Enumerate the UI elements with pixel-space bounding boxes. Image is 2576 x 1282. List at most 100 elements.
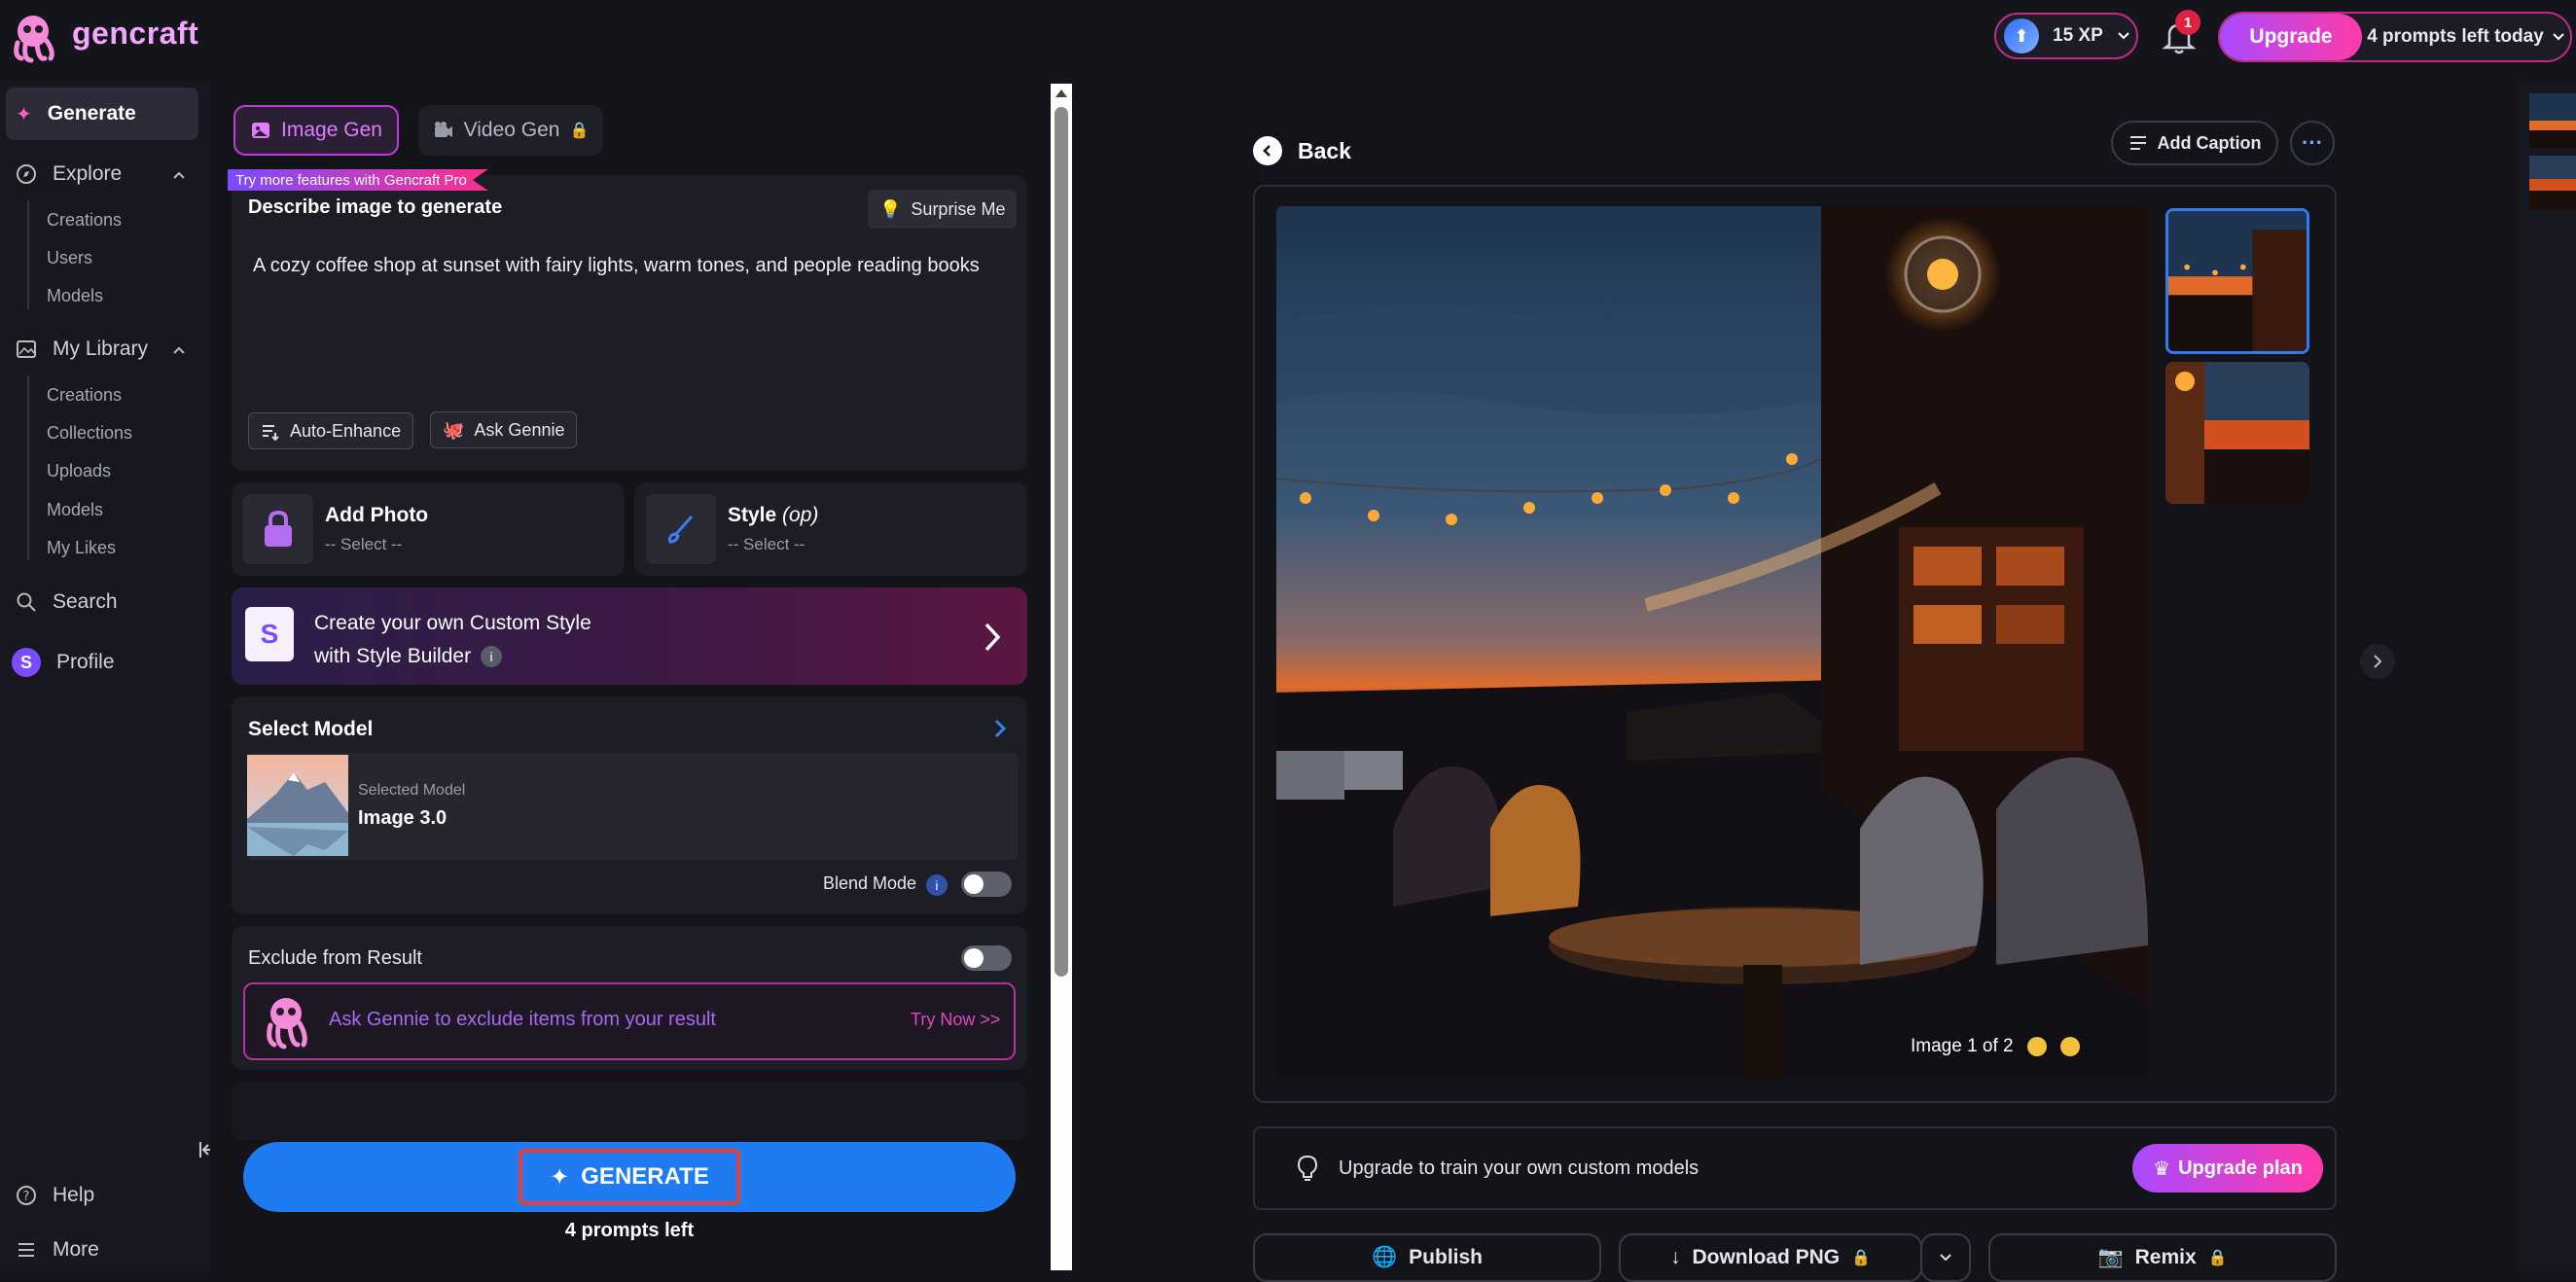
- lock-icon: 🔒: [2207, 1250, 2228, 1266]
- sidebar-item-help[interactable]: ? Help: [6, 1169, 198, 1222]
- sidebar-item-my-library[interactable]: My Library: [6, 323, 198, 375]
- try-now-link[interactable]: Try Now >>: [911, 1010, 1000, 1030]
- chevron-up-icon[interactable]: [171, 167, 187, 183]
- top-bar: gencraft ⬆ 15 XP 1 Upgrade 4 prompts lef…: [0, 0, 2576, 84]
- next-image-button[interactable]: [2360, 644, 2395, 679]
- lightbulb-icon: 💡: [879, 198, 902, 219]
- image-library-icon: [17, 340, 36, 358]
- generate-button[interactable]: ✦ GENERATE: [243, 1142, 1016, 1212]
- chevron-right-icon: [2374, 655, 2382, 668]
- octopus-logo-icon[interactable]: [8, 10, 62, 64]
- lock-icon: 🔒: [569, 123, 590, 139]
- sidebar-explore-users[interactable]: Users: [47, 248, 92, 268]
- emoji-reaction-icon[interactable]: [2059, 1037, 2080, 1056]
- globe-icon: 🌐: [1372, 1246, 1398, 1268]
- image-icon: [252, 123, 270, 138]
- svg-text:?: ?: [23, 1190, 30, 1204]
- sidebar-item-explore[interactable]: Explore: [6, 148, 198, 200]
- info-icon[interactable]: i: [926, 874, 948, 896]
- scrollbar-thumb[interactable]: [1055, 107, 1068, 977]
- chevron-down-icon: [2118, 32, 2129, 40]
- main-generated-image[interactable]: [1276, 206, 2148, 1080]
- xp-counter[interactable]: ⬆ 15 XP: [1994, 13, 2138, 59]
- tree-line: [27, 375, 29, 560]
- download-png-button[interactable]: ↓ Download PNG 🔒: [1619, 1233, 1922, 1282]
- scroll-up-arrow-icon[interactable]: [1055, 88, 1068, 99]
- crown-icon: ♛: [2153, 1157, 2171, 1180]
- chevron-right-icon[interactable]: [992, 718, 1008, 739]
- blend-mode-toggle[interactable]: [961, 872, 1012, 897]
- ask-gennie-button[interactable]: 🐙 Ask Gennie: [430, 411, 578, 448]
- sidebar-item-label: Profile: [56, 651, 115, 673]
- upgrade-group: Upgrade 4 prompts left today: [2218, 12, 2572, 62]
- chevron-up-icon[interactable]: [171, 342, 187, 358]
- exclude-toggle[interactable]: [961, 945, 1012, 971]
- thumbnail-image-2[interactable]: [2165, 362, 2309, 504]
- sidebar-library-collections[interactable]: Collections: [47, 423, 132, 444]
- sidebar-item-generate[interactable]: ✦ Generate: [6, 88, 198, 140]
- style-title: Style (op): [728, 504, 818, 527]
- exclude-gennie-text: Ask Gennie to exclude items from your re…: [329, 1009, 716, 1030]
- caption-icon: [2129, 136, 2146, 150]
- button-label: Add Caption: [2157, 132, 2262, 153]
- image-counter-text: Image 1 of 2: [1911, 1036, 2014, 1056]
- xp-badge-icon: ⬆: [2004, 18, 2039, 53]
- selected-model-name: Image 3.0: [358, 807, 447, 829]
- back-button[interactable]: Back: [1253, 136, 1351, 165]
- button-label: Ask Gennie: [474, 419, 565, 440]
- button-label: Upgrade plan: [2178, 1157, 2303, 1179]
- xp-value: 15 XP: [2053, 25, 2103, 46]
- sidebar-item-search[interactable]: Search: [6, 576, 198, 628]
- sidebar-library-uploads[interactable]: Uploads: [47, 461, 111, 481]
- button-label: Publish: [1409, 1246, 1483, 1268]
- info-icon[interactable]: i: [481, 646, 503, 667]
- button-label: Download PNG: [1692, 1246, 1841, 1268]
- gennie-icon: 🐙: [443, 419, 465, 440]
- sidebar-item-label: Explore: [53, 162, 123, 185]
- sidebar-item-label: My Library: [53, 338, 149, 360]
- lightbulb-icon: [1297, 1155, 1318, 1181]
- avatar: S: [12, 648, 41, 677]
- upgrade-button[interactable]: Upgrade: [2220, 14, 2362, 60]
- sidebar-library-my-likes[interactable]: My Likes: [47, 538, 116, 558]
- surprise-me-button[interactable]: 💡 Surprise Me: [868, 190, 1018, 229]
- style-title-text: Style: [728, 504, 777, 526]
- more-dots-icon: ···: [2302, 130, 2323, 155]
- video-camera-icon: [434, 122, 452, 137]
- remix-button[interactable]: 📷 Remix 🔒: [1988, 1233, 2337, 1282]
- history-thumbnail[interactable]: [2529, 156, 2576, 210]
- pro-ribbon[interactable]: Try more features with Gencraft Pro: [228, 169, 488, 191]
- prompts-left-dropdown[interactable]: 4 prompts left today: [2362, 26, 2570, 48]
- sidebar-explore-models[interactable]: Models: [47, 286, 103, 306]
- auto-enhance-button[interactable]: Auto-Enhance: [248, 412, 414, 449]
- exclude-title: Exclude from Result: [248, 947, 422, 969]
- history-thumbnail[interactable]: [2529, 93, 2576, 148]
- add-caption-button[interactable]: Add Caption: [2111, 121, 2278, 165]
- sidebar-item-profile[interactable]: S Profile: [6, 636, 198, 689]
- add-photo-select: -- Select --: [325, 535, 403, 553]
- sidebar-library-models[interactable]: Models: [47, 500, 103, 520]
- publish-button[interactable]: 🌐 Publish: [1253, 1233, 1601, 1282]
- button-label: Auto-Enhance: [290, 420, 402, 441]
- tab-video-gen[interactable]: Video Gen 🔒: [418, 105, 603, 156]
- more-options-button[interactable]: ···: [2290, 121, 2335, 165]
- sidebar-library-creations[interactable]: Creations: [47, 385, 122, 406]
- button-label: Surprise Me: [911, 198, 1006, 219]
- sidebar-explore-creations[interactable]: Creations: [47, 210, 122, 231]
- style-builder-icon: S: [245, 607, 294, 661]
- add-photo-title: Add Photo: [325, 504, 429, 526]
- sidebar-item-more[interactable]: More: [6, 1224, 198, 1276]
- sidebar-item-label: Generate: [47, 102, 136, 125]
- download-options-button[interactable]: [1920, 1233, 1971, 1282]
- tab-image-gen[interactable]: Image Gen: [233, 105, 399, 156]
- history-strip: [2518, 84, 2576, 1270]
- selected-model-row[interactable]: [247, 753, 1018, 860]
- brand-name[interactable]: gencraft: [72, 16, 198, 52]
- sidebar: ✦ Generate Explore Creations Users Model…: [0, 84, 210, 1270]
- emoji-reaction-icon[interactable]: [2026, 1037, 2047, 1056]
- tab-label: Image Gen: [281, 119, 382, 141]
- button-label: Remix: [2134, 1246, 2197, 1268]
- upgrade-plan-button[interactable]: ♛ Upgrade plan: [2132, 1144, 2323, 1193]
- thumbnail-image-1[interactable]: [2165, 208, 2309, 354]
- prompt-textarea[interactable]: A cozy coffee shop at sunset with fairy …: [253, 249, 992, 282]
